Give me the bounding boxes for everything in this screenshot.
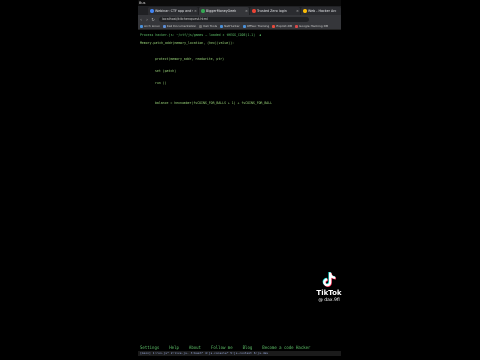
- terminal-line: protect(memory_addr, readwrite, ptr): [155, 57, 225, 61]
- menu-item-settings[interactable]: Settings: [140, 345, 159, 350]
- tiktok-handle: @ dax.9fl: [318, 298, 340, 303]
- bookmark-icon: [140, 24, 143, 28]
- tmux-status-bar: [main] 1:run.js* 2:live.js- 3:bash* 4:js…: [138, 351, 341, 356]
- terminal-line: Process hacker.js: ~/ctf/js/games — load…: [140, 33, 261, 37]
- bookmark-item[interactable]: Kali Documentation: [162, 24, 197, 28]
- tab-label: Trusted Zero login: [257, 9, 287, 13]
- bookmark-label: Google Hacking DB: [299, 24, 329, 28]
- tab-favicon-icon: [201, 9, 205, 13]
- bookmark-label: NetHunter: [224, 24, 240, 28]
- address-bar[interactable]: localhost/kitchenquest.html: [159, 16, 309, 22]
- bookmark-icon: [199, 24, 203, 28]
- tab-favicon-icon: [150, 9, 154, 13]
- bookmark-item[interactable]: Kali Tools: [199, 24, 217, 28]
- menu-item-hacker[interactable]: Become a code Hacker: [262, 345, 310, 350]
- browser-tab[interactable]: Webinar: CTF app and s... ×: [148, 7, 198, 15]
- tab-favicon-icon: [252, 9, 256, 13]
- tiktok-watermark: TikTok @ dax.9fl: [309, 272, 349, 312]
- tiktok-wordmark: TikTok: [316, 289, 342, 297]
- tiktok-logo-icon: [322, 272, 336, 287]
- bookmark-icon: [272, 24, 276, 28]
- tab-close-icon[interactable]: ×: [245, 9, 248, 13]
- terminal-line: set (patch): [155, 69, 177, 73]
- bookmark-item[interactable]: Arch Linux: [140, 24, 160, 28]
- bookmark-item[interactable]: NetHunter: [220, 24, 240, 28]
- tab-close-icon[interactable]: ×: [194, 9, 197, 13]
- menu-item-help[interactable]: Help: [169, 345, 179, 350]
- browser-nav-bar: ‹ › ↻ localhost/kitchenquest.html: [138, 15, 341, 23]
- menu-item-about[interactable]: About: [189, 345, 201, 350]
- reload-icon[interactable]: ↻: [150, 17, 156, 22]
- menu-item-blog[interactable]: Blog: [243, 345, 253, 350]
- bookmark-icon: [242, 24, 246, 28]
- bookmark-icon: [162, 24, 166, 28]
- bookmarks-bar: Arch Linux Kali Documentation Kali Tools…: [138, 23, 341, 30]
- terminal-menu-bar: Settings Help About Follow me Blog Becom…: [140, 345, 310, 350]
- address-bar-url: localhost/kitchenquest.html: [162, 17, 208, 21]
- terminal-line: run (): [155, 81, 167, 85]
- browser-tab-strip: Webinar: CTF app and s... × BiggerMoneyG…: [138, 6, 341, 15]
- bookmark-icon: [220, 24, 224, 28]
- bookmark-label: Kali Tools: [203, 24, 218, 28]
- bookmark-item[interactable]: Google Hacking DB: [295, 24, 328, 28]
- tab-label: Web - Hacker Arc: [308, 9, 337, 13]
- tab-label: BiggerMoneyGeek: [206, 9, 237, 13]
- menu-item-follow[interactable]: Follow me: [211, 345, 233, 350]
- bookmark-label: Kali Documentation: [166, 24, 197, 28]
- bookmark-label: Exploit-DB: [276, 24, 293, 28]
- bookmark-item[interactable]: Exploit-DB: [272, 24, 292, 28]
- tab-favicon-icon: [303, 9, 307, 13]
- browser-tab[interactable]: Trusted Zero login ×: [250, 7, 300, 15]
- tab-label: Webinar: CTF app and s...: [155, 9, 193, 13]
- browser-tab[interactable]: Web - Hacker Arc: [301, 7, 341, 15]
- terminal-line: balance = hexnumber(fsCOINS_FOR_BALLS + …: [155, 101, 273, 105]
- bookmark-item[interactable]: OffSec Training: [242, 24, 270, 28]
- bookmark-label: OffSec Training: [246, 24, 270, 28]
- bookmark-icon: [295, 24, 299, 28]
- terminal-line: Memory.patch_addr(memory_location, (hex)…: [140, 41, 235, 45]
- bookmark-label: Arch Linux: [144, 24, 160, 28]
- tab-close-icon[interactable]: ×: [296, 9, 299, 13]
- status-text: [main] 1:run.js* 2:live.js- 3:bash* 4:js…: [140, 351, 269, 355]
- browser-tab-active[interactable]: BiggerMoneyGeek ×: [199, 7, 249, 15]
